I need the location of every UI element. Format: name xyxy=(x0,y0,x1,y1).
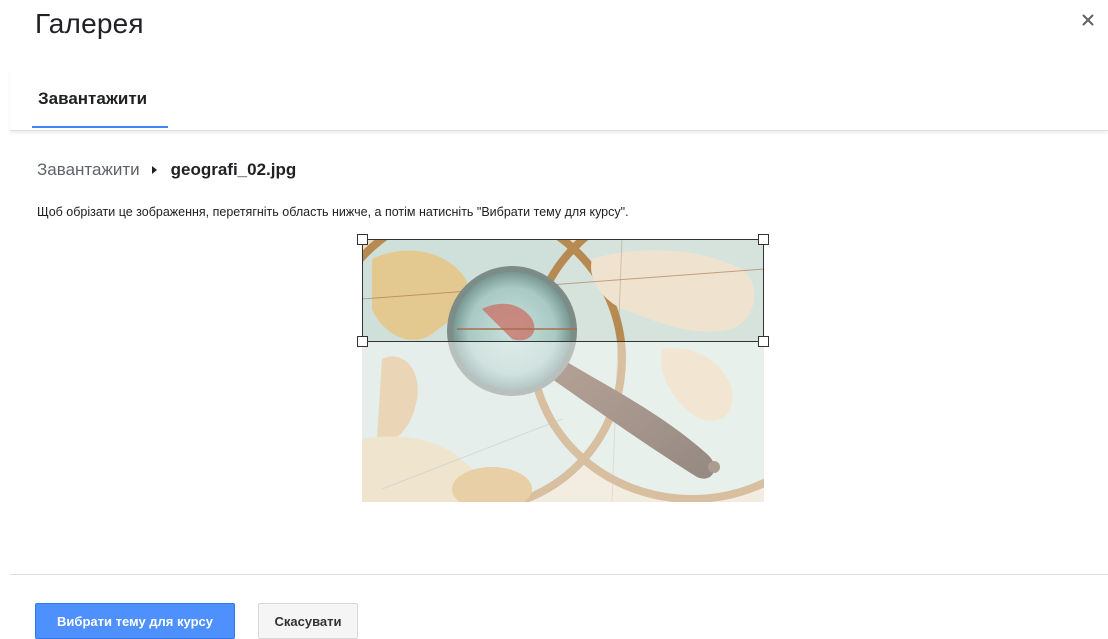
tab-active-indicator xyxy=(32,126,168,128)
close-button[interactable] xyxy=(1078,10,1098,30)
select-theme-button[interactable]: Вибрати тему для курсу xyxy=(35,603,235,639)
breadcrumb: Завантажити geografi_02.jpg xyxy=(37,160,296,180)
crop-selection[interactable] xyxy=(362,239,764,342)
breadcrumb-parent[interactable]: Завантажити xyxy=(37,160,140,180)
crop-handle-top-right[interactable] xyxy=(758,234,769,245)
crop-handle-top-left[interactable] xyxy=(357,234,368,245)
crop-instructions: Щоб обрізати це зображення, перетягніть … xyxy=(37,205,629,219)
cancel-button[interactable]: Скасувати xyxy=(258,603,358,639)
tab-bar: Завантажити xyxy=(10,70,1108,131)
triangle-right-icon xyxy=(151,166,157,174)
dialog-title: Галерея xyxy=(35,8,144,39)
breadcrumb-current: geografi_02.jpg xyxy=(170,160,297,179)
crop-handle-bottom-left[interactable] xyxy=(357,336,368,347)
crop-handle-bottom-right[interactable] xyxy=(758,336,769,347)
crop-outside-overlay xyxy=(362,342,764,502)
tab-upload[interactable]: Завантажити xyxy=(32,70,153,128)
close-icon xyxy=(1082,14,1094,26)
footer-divider xyxy=(10,574,1108,575)
